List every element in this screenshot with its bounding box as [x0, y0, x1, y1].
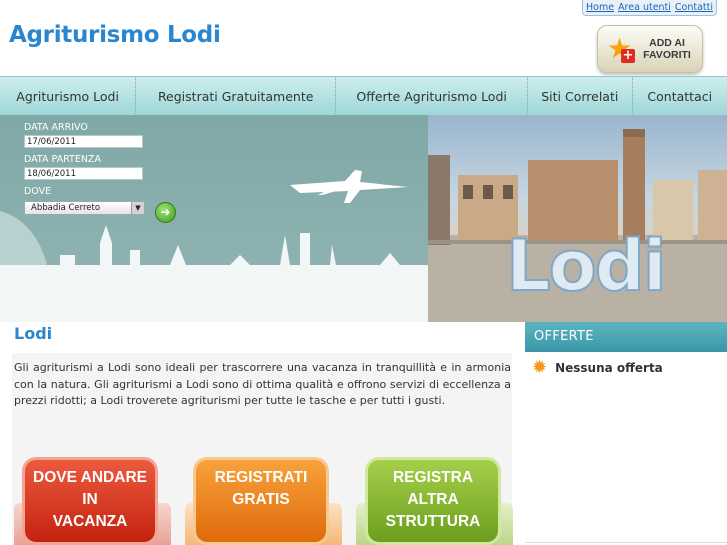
- where-select[interactable]: Abbadia Cerreto ▼: [24, 201, 145, 215]
- arrival-label: DATA ARRIVO: [24, 122, 88, 133]
- contatti-link[interactable]: Contatti: [675, 2, 713, 13]
- area-utenti-link[interactable]: Area utenti: [618, 2, 671, 13]
- sidebar-divider: [525, 542, 727, 543]
- registrati-gratis-button[interactable]: REGISTRATI GRATIS: [193, 457, 329, 545]
- intro-text: Gli agriturismi a Lodi sono ideali per t…: [14, 361, 511, 407]
- nav-item-contattaci[interactable]: Contattaci: [633, 77, 727, 116]
- nav-item-offerte[interactable]: Offerte Agriturismo Lodi: [336, 77, 529, 116]
- nav-item-registrati[interactable]: Registrati Gratuitamente: [136, 77, 337, 116]
- offerte-heading: OFFERTE: [525, 322, 727, 352]
- lodi-photo: Lodi: [428, 115, 727, 322]
- home-link[interactable]: Home: [586, 2, 614, 13]
- page-title: Lodi: [14, 324, 53, 343]
- main-nav: Agriturismo Lodi Registrati Gratuitament…: [0, 76, 727, 116]
- arrival-date-input[interactable]: 17/06/2011: [24, 135, 143, 148]
- site-title[interactable]: Agriturismo Lodi: [9, 22, 221, 48]
- dropdown-arrow-icon: ▼: [131, 202, 144, 214]
- registra-struttura-button[interactable]: REGISTRA ALTRA STRUTTURA: [365, 457, 501, 545]
- search-banner: DATA ARRIVO 17/06/2011 DATA PARTENZA 18/…: [0, 115, 428, 322]
- where-label: DOVE: [24, 186, 52, 197]
- dove-andare-button[interactable]: DOVE ANDARE IN VACANZA: [22, 457, 158, 545]
- top-links: Home Area utenti Contatti: [582, 0, 718, 16]
- offerte-item: ✹ Nessuna offerta: [532, 357, 663, 378]
- lodi-photo-text: Lodi: [505, 224, 668, 308]
- add-to-favorites-button[interactable]: ★ + ADD AI FAVORITI: [597, 25, 703, 73]
- nav-item-siti-correlati[interactable]: Siti Correlati: [528, 77, 633, 116]
- favorites-label: ADD AI FAVORITI: [643, 37, 691, 61]
- star-plus-icon: ★ +: [607, 32, 635, 65]
- no-offers-text: Nessuna offerta: [555, 361, 663, 375]
- search-go-button[interactable]: ➜: [155, 202, 176, 223]
- departure-date-input[interactable]: 18/06/2011: [24, 167, 143, 180]
- nav-item-agriturismo-lodi[interactable]: Agriturismo Lodi: [0, 77, 137, 116]
- sun-icon: ✹: [532, 357, 548, 378]
- departure-label: DATA PARTENZA: [24, 154, 101, 165]
